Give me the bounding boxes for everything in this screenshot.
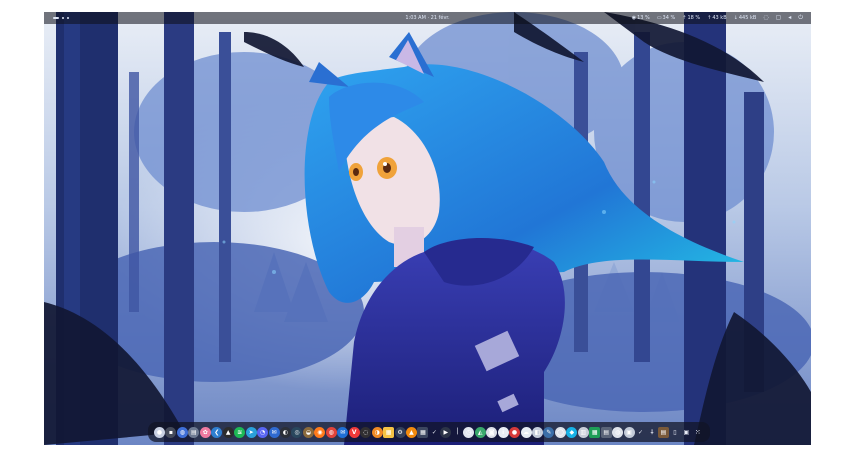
status-value: 13 %: [637, 15, 650, 21]
upload-icon: ↑: [707, 15, 712, 21]
maps-icon[interactable]: ◭: [474, 426, 486, 438]
screenshot-icon[interactable]: ▣: [681, 427, 692, 438]
status-memory[interactable]: ▭ 34 %: [657, 12, 675, 24]
archive-icon[interactable]: ▤: [657, 426, 669, 438]
photos-icon[interactable]: ✿: [199, 426, 211, 438]
code-editor-icon[interactable]: ❮: [211, 426, 223, 438]
vlc-icon[interactable]: ▲: [405, 426, 417, 438]
status-upload[interactable]: ↑ 43 kB: [707, 12, 726, 24]
status-value: 18 %: [687, 15, 701, 21]
gimp-icon[interactable]: ◒: [302, 426, 314, 438]
krita-icon[interactable]: ✎: [543, 426, 555, 438]
github-icon[interactable]: ◐: [279, 426, 291, 438]
clock-icon[interactable]: ◷: [463, 426, 475, 438]
reader-icon[interactable]: ▤: [600, 426, 612, 438]
check-icon[interactable]: ✓: [635, 427, 646, 438]
files-icon[interactable]: ▤: [188, 426, 200, 438]
window-icon[interactable]: ▯: [669, 427, 680, 438]
memory-icon: ▭: [656, 15, 662, 21]
firefox-icon[interactable]: ◉: [314, 426, 326, 438]
wallpaper-image: [44, 12, 811, 445]
download-icon: ↓: [733, 15, 738, 21]
launcher-icon[interactable]: ●: [154, 426, 165, 438]
status-value: 43 kB: [712, 15, 727, 21]
status-value: 445 kB: [738, 15, 757, 21]
status-thermometer[interactable]: ⇡ 18 %: [682, 12, 700, 24]
system-tray: ◉ 13 % ▭ 34 % ⇡ 18 % ↑ 43 kB ↓ 445 kB ◌ ▢ ◂ ⏻: [632, 12, 803, 24]
status-cpu[interactable]: ◉ 13 %: [632, 12, 650, 24]
telegram-icon[interactable]: ➤: [245, 426, 257, 438]
obs-icon[interactable]: ◌: [360, 426, 372, 438]
notes-icon[interactable]: ▦: [383, 426, 395, 438]
thermometer-icon: ⇡: [682, 15, 687, 21]
spotify-icon[interactable]: ≋: [234, 426, 246, 438]
checkmark-icon[interactable]: ✓: [429, 427, 440, 438]
spreadsheet-icon[interactable]: ▦: [589, 426, 601, 438]
network-icon[interactable]: ◌: [763, 12, 768, 24]
mail-icon[interactable]: ✉: [268, 426, 280, 438]
show-apps-icon[interactable]: ⁙: [692, 427, 703, 438]
browser-icon[interactable]: ◍: [176, 426, 188, 438]
calculator-icon[interactable]: ▦: [417, 426, 429, 438]
status-download[interactable]: ↓ 445 kB: [734, 12, 757, 24]
chrome-icon[interactable]: ◍: [325, 426, 337, 438]
blender-icon[interactable]: ◑: [371, 426, 383, 438]
tweaks-icon[interactable]: ◧: [531, 426, 543, 438]
discord-icon[interactable]: ◔: [257, 426, 269, 438]
top-bar: 1:03 AM · 21 févr. ◉ 13 % ▭ 34 % ⇡ 18 % ↑ 43 kB…: [44, 12, 811, 24]
trash-icon[interactable]: ▥: [577, 426, 589, 438]
desktop: 1:03 AM · 21 févr. ◉ 13 % ▭ 34 % ⇡ 18 % ↑ 43 kB…: [44, 12, 811, 445]
weather-icon[interactable]: ☁: [520, 426, 532, 438]
chat-icon[interactable]: ◯: [554, 426, 566, 438]
kodi-icon[interactable]: ◆: [566, 426, 578, 438]
info-icon[interactable]: i: [497, 426, 509, 438]
volume-icon[interactable]: ◂: [788, 12, 791, 24]
cpu-icon: ◉: [631, 15, 637, 21]
settings-icon[interactable]: ⚙: [394, 426, 406, 438]
vivaldi-icon[interactable]: V: [348, 426, 360, 438]
steam-icon[interactable]: ◎: [291, 426, 303, 438]
torch-icon[interactable]: ⸸: [646, 427, 657, 438]
status-value: 34 %: [662, 15, 676, 21]
display-icon[interactable]: ▢: [776, 12, 782, 24]
monitor-icon[interactable]: ▣: [623, 426, 635, 438]
record-icon[interactable]: ●: [509, 426, 521, 438]
store-icon[interactable]: ◍: [612, 426, 624, 438]
inkscape-icon[interactable]: ▲: [222, 426, 234, 438]
camera-icon[interactable]: ◙: [486, 426, 498, 438]
power-icon[interactable]: ⏻: [798, 12, 803, 24]
pipe-icon[interactable]: ⏐: [452, 427, 463, 438]
dock: ● ▪ ◍ ▤ ✿ ❮ ▲ ≋ ➤ ◔ ✉ ◐ ◎ ◒ ◉ ◍ ✉ V ◌ ◑ ▦ ⚙ ▲ ▦ ✓ ▶ ⏐ ◷ ◭ ◙ i ● ☁ ◧ ✎ ◯ ◆ ▥ ▦ ▤…: [148, 422, 710, 442]
terminal-icon[interactable]: ▪: [165, 426, 177, 438]
thunderbird-icon[interactable]: ✉: [337, 426, 349, 438]
kdenlive-icon[interactable]: ▶: [440, 426, 452, 438]
